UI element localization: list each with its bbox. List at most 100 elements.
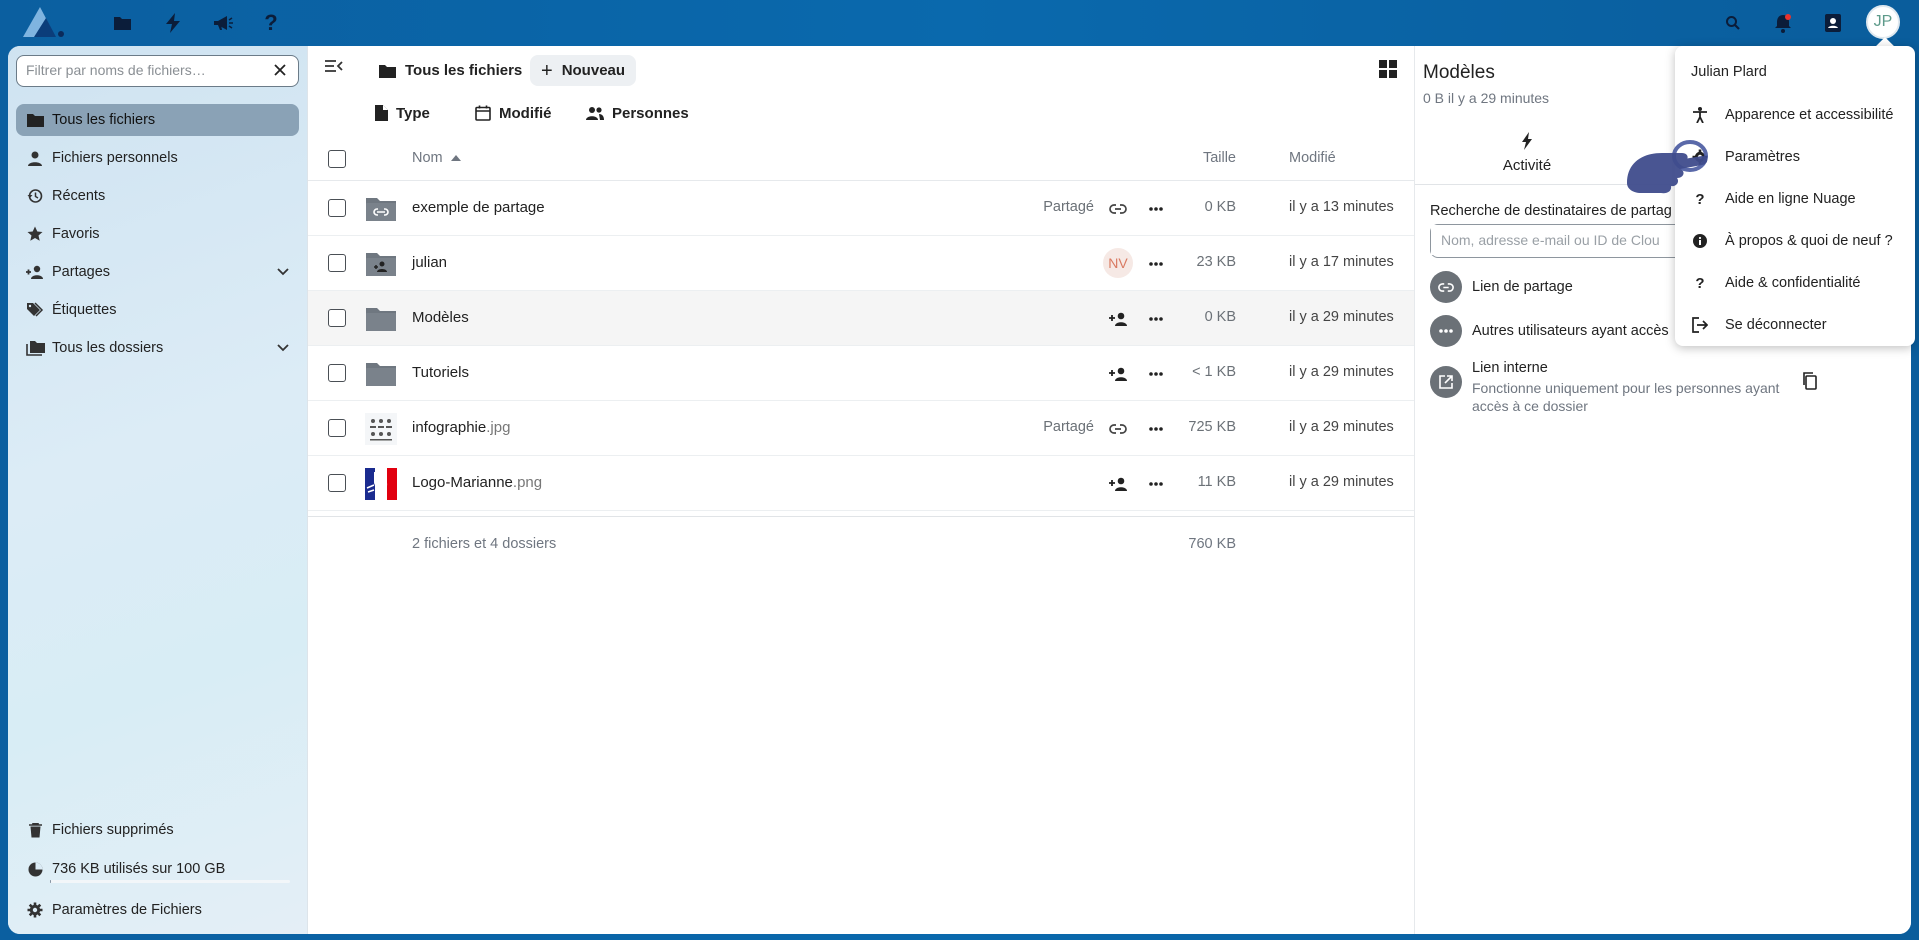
sidebar-title: Modèles <box>1423 62 1495 83</box>
link-icon[interactable] <box>1107 198 1129 220</box>
help-app-icon[interactable]: ? <box>257 9 285 37</box>
link-icon[interactable] <box>1107 418 1129 440</box>
nav-item-tags[interactable]: Étiquettes <box>16 294 299 326</box>
contacts-icon[interactable] <box>1819 9 1847 37</box>
tab-activity-label: Activité <box>1502 157 1552 174</box>
row-checkbox[interactable] <box>328 364 346 382</box>
nav-item-label: Tous les fichiers <box>52 112 156 128</box>
top-header: ? JP <box>0 0 1919 46</box>
file-row-julian[interactable]: julian NV 23 KB il y a 17 minutes <box>308 236 1414 291</box>
sort-by-size[interactable]: Taille <box>1203 150 1236 166</box>
announcements-app-icon[interactable] <box>209 9 237 37</box>
new-button[interactable]: + Nouveau <box>530 55 637 86</box>
file-name[interactable]: exemple de partage <box>412 199 545 216</box>
row-checkbox[interactable] <box>328 309 346 327</box>
row-checkbox[interactable] <box>328 474 346 492</box>
others-access-label: Autres utilisateurs ayant accès <box>1472 323 1669 339</box>
logo[interactable] <box>20 4 70 40</box>
activity-app-icon[interactable] <box>159 9 187 37</box>
row-checkbox[interactable] <box>328 199 346 217</box>
add-user-icon[interactable] <box>1107 363 1129 385</box>
hand-pointer-icon <box>1627 140 1708 194</box>
others-access-row[interactable]: Autres utilisateurs ayant accès <box>1430 314 1669 348</box>
more-actions-icon[interactable] <box>1145 253 1167 275</box>
gear-icon <box>22 902 48 918</box>
sort-by-name[interactable]: Nom <box>412 150 461 166</box>
sort-by-modified[interactable]: Modifié <box>1289 150 1336 166</box>
add-user-icon[interactable] <box>1107 308 1129 330</box>
chevron-down-icon[interactable] <box>277 340 289 356</box>
summary-count: 2 fichiers et 4 dossiers <box>412 536 557 552</box>
more-actions-icon[interactable] <box>1145 418 1167 440</box>
filter-field[interactable] <box>16 55 299 87</box>
calendar-icon <box>475 105 491 121</box>
menu-item-privacy[interactable]: ? Aide & confidentialité <box>1675 265 1915 301</box>
grid-view-icon[interactable] <box>1379 60 1401 82</box>
shared-label[interactable]: Partagé <box>1043 419 1094 435</box>
filter-type-button[interactable]: Type <box>375 99 430 127</box>
more-actions-icon[interactable] <box>1145 198 1167 220</box>
notifications-icon[interactable] <box>1769 9 1797 37</box>
nav-item-label: Fichiers supprimés <box>52 822 174 838</box>
nav-item-all-folders[interactable]: Tous les dossiers <box>16 332 299 364</box>
file-name[interactable]: Tutoriels <box>412 364 469 381</box>
tab-activity[interactable]: Activité <box>1477 132 1577 174</box>
clear-filter-icon[interactable] <box>270 60 290 80</box>
nav-item-favorites[interactable]: Favoris <box>16 218 299 250</box>
filter-people-label: Personnes <box>612 104 689 122</box>
row-checkbox[interactable] <box>328 254 346 272</box>
chevron-down-icon[interactable] <box>277 264 289 280</box>
files-app-icon[interactable] <box>109 9 137 37</box>
toggle-navigation-icon[interactable] <box>324 58 346 80</box>
nav-item-files-settings[interactable]: Paramètres de Fichiers <box>16 894 299 926</box>
file-row-tutoriels[interactable]: Tutoriels < 1 KB il y a 29 minutes <box>308 346 1414 401</box>
menu-item-about[interactable]: À propos & quoi de neuf ? <box>1675 223 1915 259</box>
user-avatar[interactable]: JP <box>1866 5 1900 39</box>
nav-item-personal-files[interactable]: Fichiers personnels <box>16 142 299 174</box>
select-all-checkbox[interactable] <box>328 150 346 168</box>
nav-item-label: Partages <box>52 264 111 280</box>
file-row-modeles[interactable]: Modèles 0 KB il y a 29 minutes <box>308 291 1414 346</box>
file-row-infographie[interactable]: infographie.jpg Partagé 725 KB il y a 29… <box>308 401 1414 456</box>
share-link-row[interactable]: Lien de partage <box>1430 270 1573 304</box>
shared-label[interactable]: Partagé <box>1043 199 1094 215</box>
file-extension: .png <box>512 474 543 491</box>
file-name[interactable]: Logo-Marianne.png <box>412 474 542 491</box>
filter-input[interactable] <box>17 56 257 84</box>
copy-icon[interactable] <box>1802 372 1824 394</box>
row-checkbox[interactable] <box>328 419 346 437</box>
external-link-icon <box>1430 366 1462 398</box>
nav-item-deleted-files[interactable]: Fichiers supprimés <box>16 814 299 846</box>
file-list-header: Nom Taille Modifié <box>308 137 1414 181</box>
nav-item-label: Récents <box>52 188 106 204</box>
file-size: < 1 KB <box>1192 364 1236 380</box>
file-size: 23 KB <box>1196 254 1237 270</box>
add-user-icon[interactable] <box>1107 473 1129 495</box>
breadcrumb-all-files[interactable]: Tous les fichiers <box>368 55 533 86</box>
pie-chart-icon <box>22 862 48 877</box>
file-name[interactable]: infographie.jpg <box>412 419 510 436</box>
filter-people-button[interactable]: Personnes <box>586 99 689 127</box>
quota-progress-bar <box>50 880 290 883</box>
plus-icon: + <box>541 59 553 82</box>
more-actions-icon[interactable] <box>1145 308 1167 330</box>
filter-modified-button[interactable]: Modifié <box>475 99 552 127</box>
nav-item-all-files[interactable]: Tous les fichiers <box>16 104 299 136</box>
file-name[interactable]: Modèles <box>412 309 469 326</box>
file-row-exemple-de-partage[interactable]: exemple de partage Partagé 0 KB il y a 1… <box>308 181 1414 236</box>
file-name[interactable]: julian <box>412 254 447 271</box>
file-row-logo-marianne[interactable]: Logo-Marianne.png 11 KB il y a 29 minute… <box>308 456 1414 511</box>
owner-avatar[interactable]: NV <box>1103 248 1133 278</box>
star-icon <box>22 226 48 242</box>
search-icon[interactable] <box>1719 9 1747 37</box>
more-actions-icon[interactable] <box>1145 363 1167 385</box>
nav-item-recent[interactable]: Récents <box>16 180 299 212</box>
more-actions-icon[interactable] <box>1145 473 1167 495</box>
column-name-label: Nom <box>412 150 443 166</box>
nav-item-shares[interactable]: Partages <box>16 256 299 288</box>
lightning-icon <box>1522 132 1532 150</box>
nav-item-label: Tous les dossiers <box>52 340 164 356</box>
file-modified: il y a 13 minutes <box>1289 199 1394 215</box>
trash-icon <box>22 822 48 838</box>
menu-item-logout[interactable]: Se déconnecter <box>1675 307 1915 343</box>
